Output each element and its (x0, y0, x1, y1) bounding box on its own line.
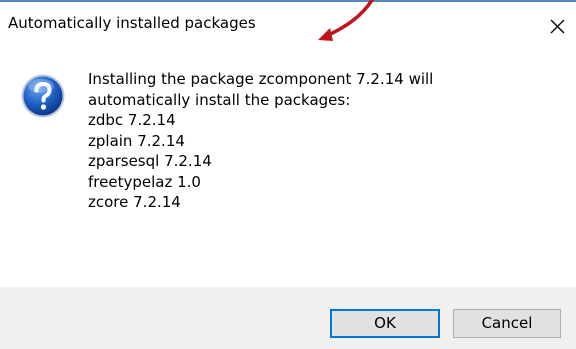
annotation-arrow (318, 0, 374, 41)
question-icon (21, 74, 65, 118)
package-item: zparsesql 7.2.14 (88, 152, 212, 170)
package-item: zplain 7.2.14 (88, 131, 185, 150)
close-icon[interactable] (537, 10, 576, 40)
package-item: freetypelaz 1.0 (88, 172, 201, 191)
package-item: zdbc 7.2.14 (88, 111, 176, 129)
package-item: zcore 7.2.14 (88, 193, 181, 211)
message-line: Installing the package zcomponent 7.2.14… (88, 70, 434, 88)
message-line: automatically install the packages: (88, 90, 351, 109)
dialog-message: Installing the package zcomponent 7.2.14… (88, 69, 558, 213)
cancel-button[interactable]: Cancel (453, 309, 561, 338)
dialog-window: Automatically installed packages Install… (0, 0, 576, 349)
dialog-title: Automatically installed packages (8, 14, 256, 32)
ok-button[interactable]: OK (330, 309, 440, 338)
title-bar[interactable]: Automatically installed packages (0, 2, 576, 44)
